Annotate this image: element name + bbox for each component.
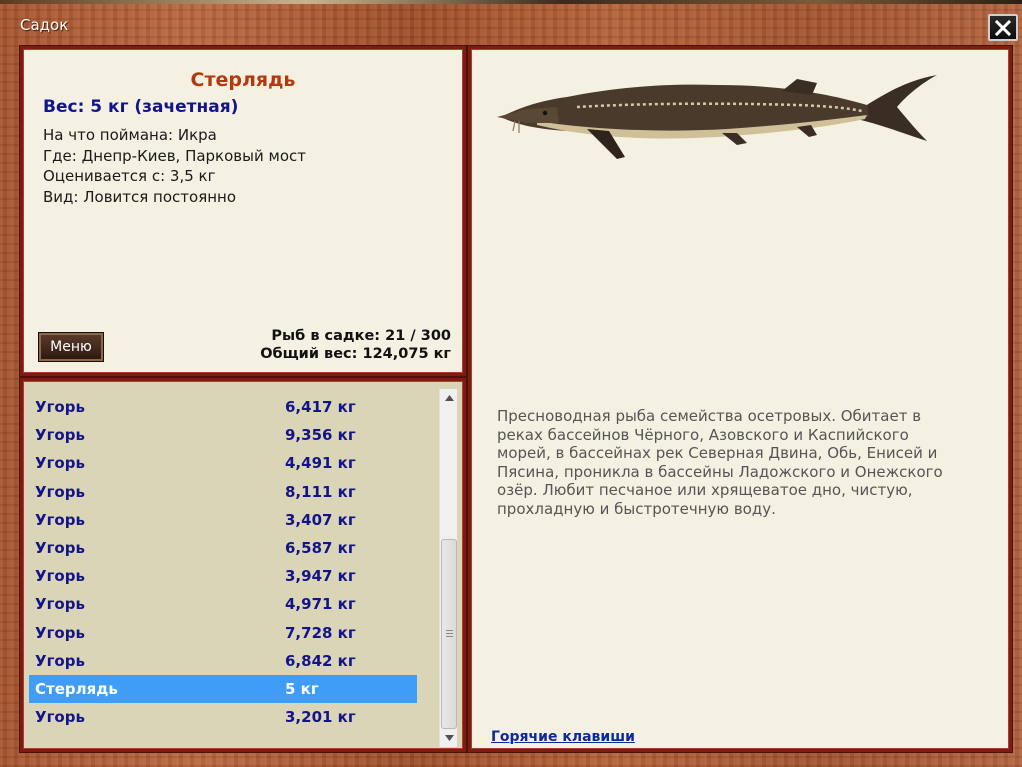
fish-location: Где: Днепр-Киев, Парковый мост (43, 147, 306, 165)
arrow-up-icon (444, 395, 454, 401)
list-item[interactable]: Угорь 3,947 кг (29, 562, 417, 590)
list-item-weight: 9,356 кг (285, 426, 356, 445)
list-item-name: Угорь (35, 398, 85, 417)
fish-description-panel: Пресноводная рыба семейства осетровых. О… (468, 46, 1012, 752)
list-item-name: Угорь (35, 454, 85, 473)
list-item[interactable]: Угорь 6,417 кг (29, 393, 417, 421)
total-weight: Общий вес: 124,075 кг (260, 346, 451, 362)
grip-icon (446, 628, 453, 637)
hotkeys-link[interactable]: Горячие клавиши (491, 729, 635, 745)
fish-weight: Вес: 5 кг (зачетная) (43, 97, 239, 117)
list-item-name: Угорь (35, 623, 85, 642)
list-item-weight: 5 кг (285, 679, 319, 698)
fish-list: Угорь 6,417 кг Угорь 9,356 кг Угорь 4,491 кг У… (29, 393, 417, 731)
list-item-name: Угорь (35, 651, 85, 670)
scroll-up-button[interactable] (440, 389, 458, 407)
list-item-name: Угорь (35, 539, 85, 558)
list-item-name: Угорь (35, 510, 85, 529)
window-titlebar: Садок (0, 4, 1022, 41)
fish-info-panel: Стерлядь Вес: 5 кг (зачетная) На что пой… (20, 46, 466, 376)
list-item[interactable]: Угорь 7,728 кг (29, 619, 417, 647)
list-item-weight: 6,842 кг (285, 651, 356, 670)
list-item-weight: 3,201 кг (285, 708, 356, 727)
fish-bait: На что поймана: Икра (43, 126, 217, 144)
list-item-name: Угорь (35, 595, 85, 614)
list-item[interactable]: Угорь 6,587 кг (29, 534, 417, 562)
list-item-weight: 6,417 кг (285, 398, 356, 417)
list-item[interactable]: Угорь 9,356 кг (29, 421, 417, 449)
list-item-name: Угорь (35, 482, 85, 501)
cage-stats: Рыб в садке: 21 / 300 Общий вес: 124,075… (260, 327, 451, 363)
fish-kind: Вид: Ловится постоянно (43, 188, 237, 206)
list-item[interactable]: Угорь 3,407 кг (29, 506, 417, 534)
list-item-name: Угорь (35, 426, 85, 445)
list-item-weight: 8,111 кг (285, 482, 356, 501)
list-item-weight: 4,971 кг (285, 595, 356, 614)
list-item[interactable]: Стерлядь 5 кг (29, 674, 417, 704)
list-item[interactable]: Угорь 4,491 кг (29, 449, 417, 477)
fish-name: Стерлядь (190, 69, 296, 91)
sterlet-fish-image (497, 75, 937, 159)
list-item[interactable]: Угорь 3,201 кг (29, 703, 417, 731)
list-item[interactable]: Угорь 6,842 кг (29, 647, 417, 675)
fish-list-panel: Угорь 6,417 кг Угорь 9,356 кг Угорь 4,491 кг У… (20, 378, 466, 752)
fish-count: Рыб в садке: 21 / 300 (271, 328, 451, 344)
fish-threshold: Оценивается с: 3,5 кг (43, 167, 216, 185)
fish-description: Пресноводная рыба семейства осетровых. О… (497, 407, 943, 518)
list-item-weight: 4,491 кг (285, 454, 356, 473)
menu-button[interactable]: Меню (39, 333, 103, 361)
scrollbar-thumb[interactable] (441, 539, 457, 729)
close-button[interactable] (988, 14, 1018, 41)
list-item-name: Угорь (35, 708, 85, 727)
list-item-weight: 3,947 кг (285, 567, 356, 586)
list-item-weight: 6,587 кг (285, 539, 356, 558)
list-item-name: Стерлядь (35, 679, 118, 698)
list-item-name: Угорь (35, 567, 85, 586)
arrow-down-icon (444, 735, 454, 741)
list-item-weight: 7,728 кг (285, 623, 356, 642)
window-title: Садок (20, 16, 69, 34)
list-scrollbar[interactable] (439, 389, 457, 747)
list-item[interactable]: Угорь 8,111 кг (29, 478, 417, 506)
scroll-down-button[interactable] (440, 729, 458, 747)
list-item-weight: 3,407 кг (285, 510, 356, 529)
close-icon (995, 19, 1011, 36)
list-item[interactable]: Угорь 4,971 кг (29, 590, 417, 618)
